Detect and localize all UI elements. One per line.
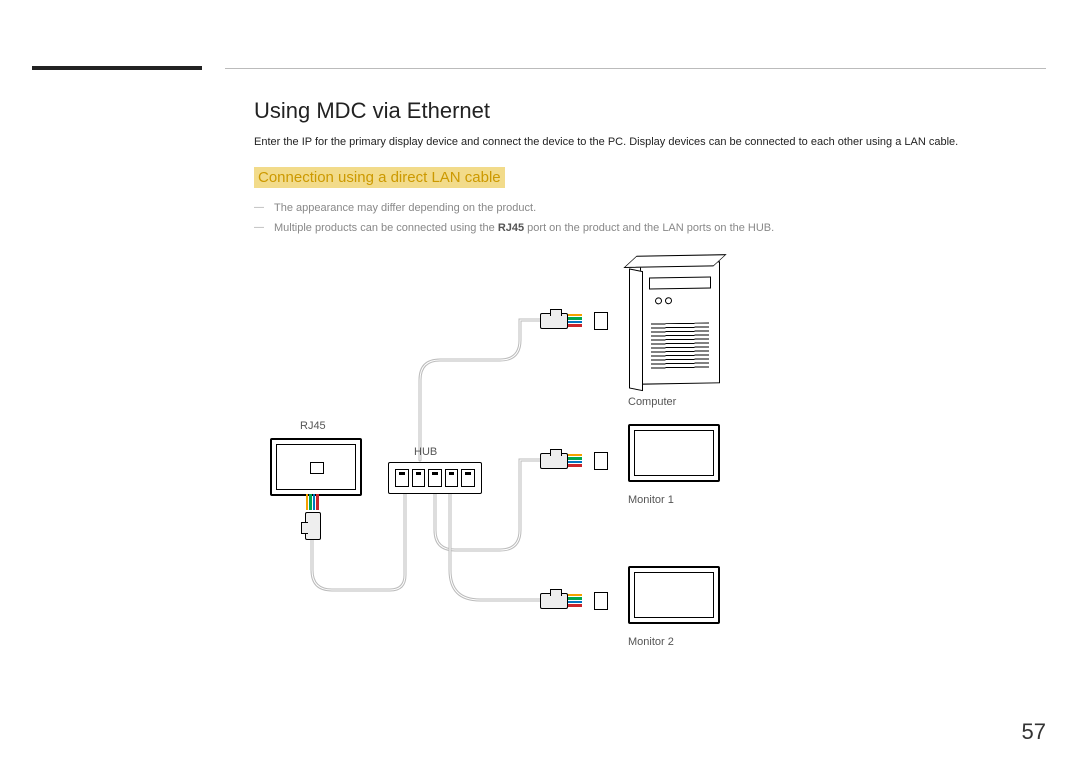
note2-bold: RJ45: [498, 222, 524, 234]
computer-tower-icon: [640, 261, 720, 384]
rj45-plug-icon: [540, 449, 584, 471]
note-appearance: The appearance may differ depending on t…: [254, 200, 1046, 217]
page-number: 57: [1022, 719, 1046, 745]
rj45-plug-icon: [540, 309, 584, 331]
display-main: [270, 438, 362, 496]
section-subhead: Connection using a direct LAN cable: [254, 167, 505, 188]
monitor1-icon: [628, 424, 720, 482]
note2-post: port on the product and the LAN ports on…: [524, 222, 774, 234]
lan-port-icon: [594, 312, 608, 330]
label-rj45: RJ45: [300, 420, 326, 432]
lan-port-icon: [594, 452, 608, 470]
label-monitor2: Monitor 2: [628, 636, 674, 648]
lan-port-icon: [594, 592, 608, 610]
label-computer: Computer: [628, 396, 676, 408]
ethernet-hub: [388, 462, 482, 494]
rj45-port-icon: [310, 462, 324, 474]
label-hub: HUB: [414, 446, 437, 458]
rj45-plug-icon: [301, 494, 323, 538]
header-rule: [225, 68, 1046, 69]
page-title: Using MDC via Ethernet: [254, 98, 1046, 124]
page-content: Using MDC via Ethernet Enter the IP for …: [254, 98, 1046, 241]
label-monitor1: Monitor 1: [628, 494, 674, 506]
note-multiple-products: Multiple products can be connected using…: [254, 220, 1046, 237]
side-tab-mark: [32, 66, 202, 70]
lan-topology-diagram: RJ45 HUB Computer Monitor 1 Monitor 2: [270, 270, 770, 710]
intro-paragraph: Enter the IP for the primary display dev…: [254, 134, 1046, 151]
rj45-plug-icon: [540, 589, 584, 611]
monitor2-icon: [628, 566, 720, 624]
note2-pre: Multiple products can be connected using…: [274, 222, 498, 234]
